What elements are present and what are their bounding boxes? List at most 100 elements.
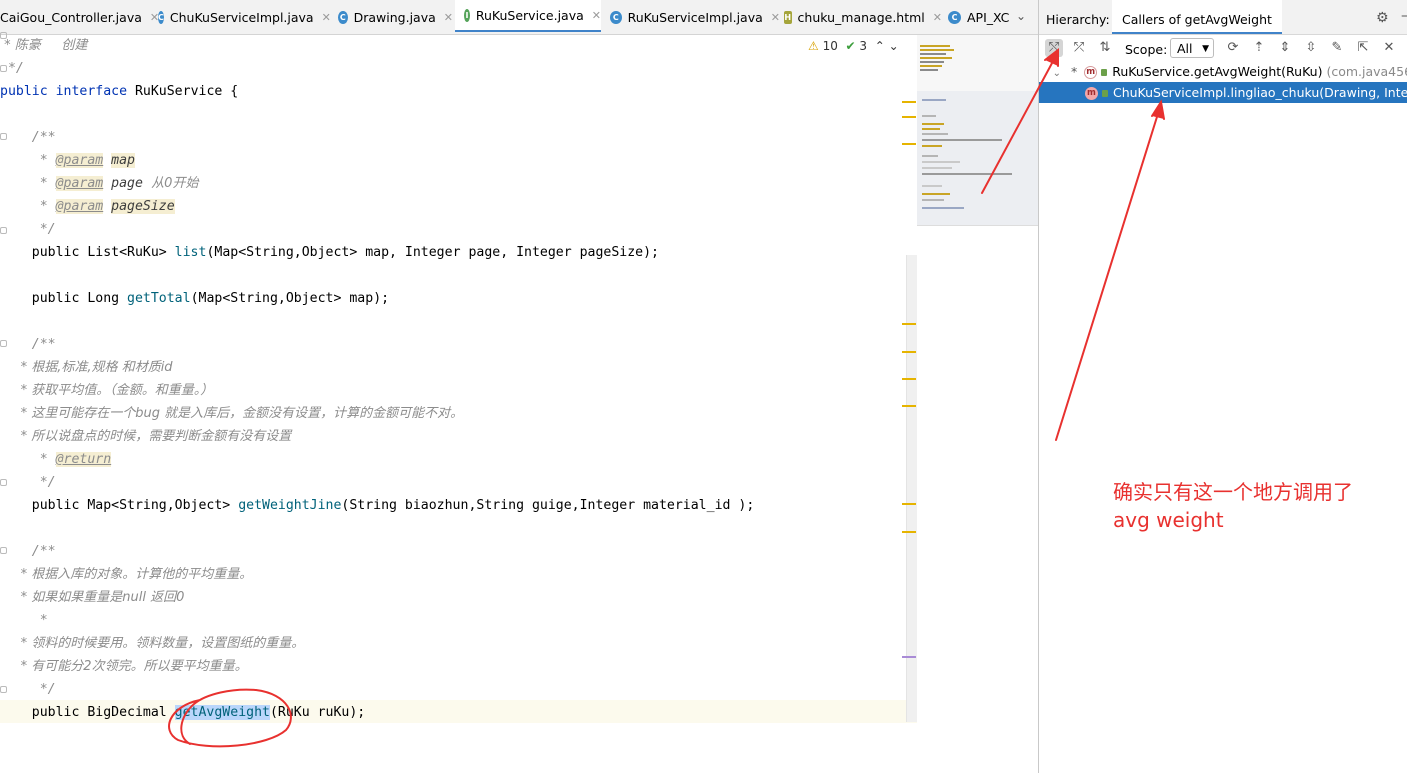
tab-ruku-service[interactable]: I RuKuService.java ✕	[455, 0, 601, 32]
dropdown-arrow-icon: ▼	[1202, 44, 1209, 54]
code-line: * 有可能分2次领完。所以要平均重量。	[0, 659, 248, 674]
chevron-down-icon[interactable]: ⌄	[889, 39, 899, 53]
tab-label: API_XC	[967, 9, 1010, 25]
scope-label: Scope:	[1125, 42, 1168, 57]
tab-callers-of-getavgweight[interactable]: Callers of getAvgWeight	[1112, 0, 1282, 34]
close-icon[interactable]: ✕	[592, 9, 601, 22]
class-icon: C	[948, 10, 961, 24]
code-line: * 根据,标准,规格 和材质id	[0, 360, 173, 375]
scope-value: All	[1177, 41, 1193, 56]
code-line: * 这里可能存在一个bug 就是入库后，金额没有设置，计算的金额可能不对。	[0, 406, 464, 421]
html-file-icon: H	[784, 10, 792, 24]
fold-marker[interactable]	[0, 686, 7, 693]
hierarchy-toolbar: ⤲ ⤱ ⇅ Scope: All ▼ ⟳ ⇡ ⇕ ⇳ ✎ ⇱ ✕	[1039, 35, 1407, 61]
gear-icon[interactable]: ⚙	[1376, 10, 1389, 26]
caller-hierarchy-icon[interactable]: ⤲	[1045, 39, 1063, 57]
chevron-up-icon[interactable]: ⌃	[875, 39, 885, 53]
star-icon: *	[1070, 64, 1078, 79]
fold-marker[interactable]	[0, 133, 7, 140]
close-icon[interactable]: ✕	[1380, 39, 1398, 57]
fold-marker[interactable]	[0, 340, 7, 347]
tab-caigou-controller[interactable]: CaiGou_Controller.java ✕	[0, 0, 159, 34]
close-icon[interactable]: ✕	[322, 11, 331, 24]
code-line: */	[0, 475, 56, 490]
fold-marker[interactable]	[0, 32, 7, 39]
annotation-note: 确实只有这一个地方调用了 avg weight	[1113, 478, 1353, 534]
hierarchy-label: Hierarchy:	[1046, 12, 1110, 27]
gutter-warning-mark[interactable]	[902, 323, 916, 325]
code-line: * @param map	[0, 153, 135, 168]
pin-icon[interactable]: ✎	[1328, 39, 1346, 57]
gutter-warning-mark[interactable]	[902, 116, 916, 118]
tab-chuku-service-impl[interactable]: C ChuKuServiceImpl.java ✕	[158, 0, 331, 34]
gutter-warning-mark[interactable]	[902, 143, 916, 145]
code-line: public List<RuKu> list(Map<String,Object…	[0, 245, 659, 260]
close-icon[interactable]: ✕	[933, 11, 942, 24]
close-icon[interactable]: ✕	[444, 11, 453, 24]
refresh-icon[interactable]: ⟳	[1224, 39, 1242, 57]
tab-label: RuKuServiceImpl.java	[627, 9, 763, 25]
warning-icon: ⚠	[808, 39, 819, 53]
code-line: public Map<String,Object> getWeightJine(…	[0, 498, 755, 513]
selected-method-name: getAvgWeight	[174, 705, 270, 720]
scope-dropdown[interactable]: All ▼	[1170, 38, 1214, 58]
editor-tab-bar: CaiGou_Controller.java ✕ C ChuKuServiceI…	[0, 0, 1038, 35]
collapse-all-icon[interactable]: ⇳	[1302, 39, 1320, 57]
root-package: (com.java456.ser	[1326, 64, 1407, 79]
open-in-new-icon[interactable]: ⇱	[1354, 39, 1372, 57]
class-icon: C	[338, 10, 348, 24]
code-minimap[interactable]	[917, 35, 1038, 226]
tab-api-xc[interactable]: C API_XC	[948, 0, 1012, 34]
code-line: */	[0, 682, 56, 697]
tab-label: chuku_manage.html	[797, 9, 925, 25]
hierarchy-root-node[interactable]: ⌄ * m RuKuService.getAvgWeight(RuKu) (com…	[1039, 61, 1407, 82]
tab-ruku-service-impl[interactable]: C RuKuServiceImpl.java ✕	[610, 0, 780, 34]
code-line: * @param page 从0开始	[0, 176, 199, 191]
class-icon: C	[610, 10, 622, 24]
root-method-name: RuKuService.getAvgWeight(RuKu)	[1112, 64, 1323, 79]
editor-scrollbar[interactable]	[906, 255, 917, 722]
call-hierarchy-panel: Hierarchy: Callers of getAvgWeight ⚙ – ⤲…	[1038, 0, 1407, 773]
fold-marker[interactable]	[0, 479, 7, 486]
hierarchy-header: Hierarchy: Callers of getAvgWeight ⚙ –	[1039, 0, 1407, 35]
gutter-warning-mark[interactable]	[902, 101, 916, 103]
class-icon: C	[158, 10, 164, 24]
tab-label: Drawing.java	[353, 9, 436, 25]
export-icon[interactable]: ⇡	[1250, 39, 1268, 57]
hierarchy-child-node[interactable]: m ChuKuServiceImpl.lingliao_chuku(Drawing…	[1039, 82, 1407, 103]
interface-icon: I	[464, 8, 470, 22]
tab-chuku-manage-html[interactable]: H chuku_manage.html ✕	[784, 0, 942, 34]
gutter-usage-mark[interactable]	[902, 656, 916, 658]
code-line: * @return	[0, 452, 112, 467]
code-line: * 根据入库的对象。计算他的平均重量。	[0, 567, 253, 582]
minimize-icon[interactable]: –	[1401, 8, 1407, 24]
weak-warning-count: 3	[859, 39, 868, 53]
code-line: /**	[0, 130, 56, 145]
gutter-warning-mark[interactable]	[902, 405, 916, 407]
code-line: * 陈豪 创建	[0, 38, 88, 53]
code-line: * @param pageSize	[0, 199, 175, 214]
tab-overflow-chevron-icon[interactable]: ⌄	[1016, 9, 1026, 23]
close-icon[interactable]: ✕	[771, 11, 780, 24]
fold-marker[interactable]	[0, 65, 7, 72]
gutter-warning-mark[interactable]	[902, 378, 916, 380]
method-icon: m	[1084, 66, 1098, 79]
code-line: public Long getTotal(Map<String,Object> …	[0, 291, 390, 306]
inspection-widget[interactable]: ⚠ 10 ✔ 3 ⌃ ⌄	[808, 39, 899, 53]
tab-drawing[interactable]: C Drawing.java ✕	[338, 0, 453, 34]
code-line: * 所以说盘点的时候，需要判断金额有没有设置	[0, 429, 292, 444]
gutter-warning-mark[interactable]	[902, 503, 916, 505]
code-editor[interactable]: ⚠ 10 ✔ 3 ⌃ ⌄ * 陈豪 创建 */ public interface…	[0, 32, 917, 773]
method-icon: m	[1084, 87, 1098, 100]
gutter-warning-mark[interactable]	[902, 351, 916, 353]
chevron-down-icon[interactable]: ⌄	[1039, 63, 1061, 84]
child-method-name: ChuKuServiceImpl.lingliao_chuku(Drawing,…	[1112, 85, 1407, 100]
expand-all-icon[interactable]: ⇕	[1276, 39, 1294, 57]
sort-alphabetically-icon[interactable]: ⇅	[1096, 39, 1114, 57]
fold-marker[interactable]	[0, 227, 7, 234]
tab-label: RuKuService.java	[475, 7, 584, 23]
fold-marker[interactable]	[0, 547, 7, 554]
code-line: * 领料的时候要用。领料数量，设置图纸的重量。	[0, 636, 305, 651]
gutter-warning-mark[interactable]	[902, 531, 916, 533]
callee-hierarchy-icon[interactable]: ⤱	[1070, 39, 1088, 57]
